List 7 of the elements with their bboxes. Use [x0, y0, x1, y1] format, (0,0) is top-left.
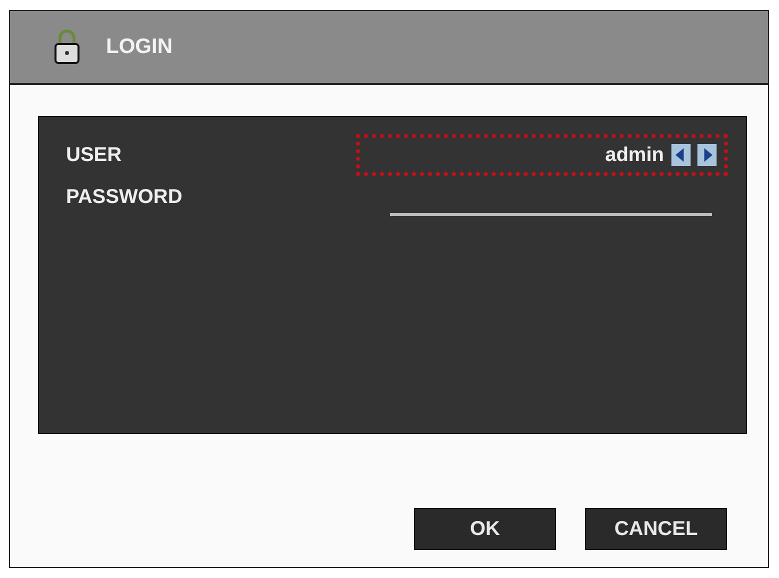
field-label: PASSWORD: [66, 186, 182, 208]
field-label: USER: [66, 144, 122, 166]
window-title: LOGIN: [106, 35, 172, 59]
padlock-icon: [54, 29, 80, 65]
user-select[interactable]: admin: [356, 134, 728, 176]
dialog-button[interactable]: CANCEL: [585, 508, 727, 550]
dialog-button[interactable]: OK: [414, 508, 556, 550]
